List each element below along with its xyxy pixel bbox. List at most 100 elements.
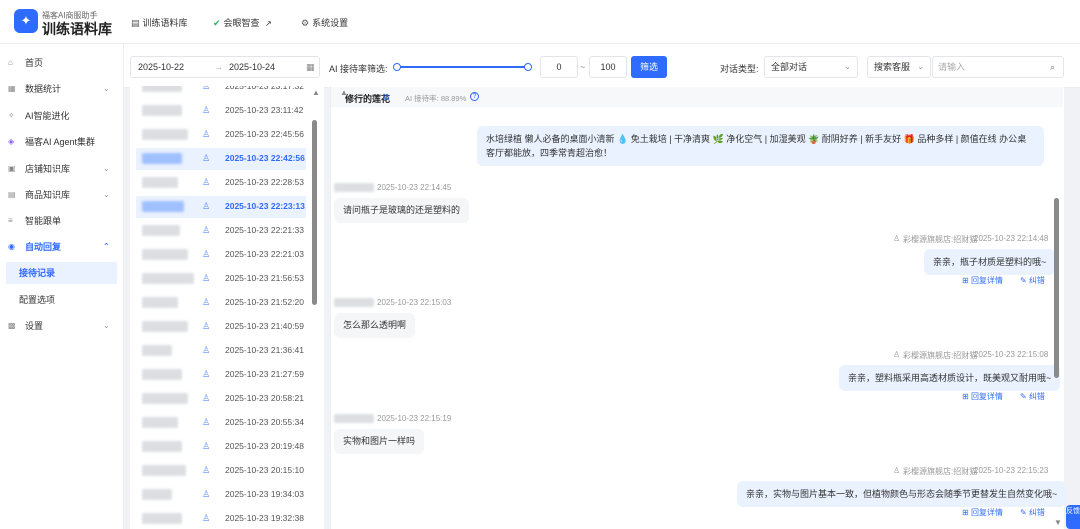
home-icon: ⌂ bbox=[8, 58, 13, 67]
conversation-time: 2025-10-23 22:23:13 bbox=[225, 201, 305, 211]
list-scrollbar[interactable] bbox=[312, 120, 317, 305]
calendar-icon[interactable]: ▦ bbox=[306, 62, 315, 73]
sidebar-item-ai-evolve[interactable]: ✧ AI智能进化 bbox=[0, 105, 124, 127]
app-logo: ✦ bbox=[14, 9, 38, 33]
conversation-list-item[interactable]: ♙ 2025-10-23 19:32:38 bbox=[136, 508, 306, 529]
customer-name-blurred bbox=[142, 225, 180, 236]
feedback-float-button[interactable]: 反馈 bbox=[1066, 505, 1080, 529]
conversation-list-item[interactable]: ♙ 2025-10-23 23:17:32 bbox=[136, 86, 306, 98]
conversation-list-item[interactable]: ♙ 2025-10-23 23:11:42 bbox=[136, 100, 306, 122]
conversation-list-item[interactable]: ♙ 2025-10-23 22:45:56 bbox=[136, 124, 306, 146]
date-end-value[interactable]: 2025-10-24 bbox=[229, 62, 275, 72]
conversation-time: 2025-10-23 19:32:38 bbox=[225, 513, 304, 523]
robot-icon: ♙ bbox=[202, 369, 211, 379]
chat-scrollbar[interactable] bbox=[1054, 198, 1059, 378]
customer-name-blurred bbox=[142, 153, 182, 164]
robot-icon: ♙ bbox=[202, 417, 211, 427]
robot-icon: ♙ bbox=[202, 86, 211, 91]
date-start-value[interactable]: 2025-10-22 bbox=[138, 62, 184, 72]
robot-icon: ♙ bbox=[202, 129, 211, 139]
help-icon[interactable]: ? bbox=[470, 92, 479, 101]
conversation-list-item[interactable]: ♙ 2025-10-23 22:21:03 bbox=[136, 244, 306, 266]
conversation-time: 2025-10-23 20:19:48 bbox=[225, 441, 304, 451]
sidebar-item-product-kb[interactable]: ▤ 商品知识库 ⌄ bbox=[0, 184, 124, 206]
chevron-down-icon: ⌄ bbox=[844, 62, 851, 71]
conversation-list-item[interactable]: ♙ 2025-10-23 21:27:59 bbox=[136, 364, 306, 386]
nav-label: 系统设置 bbox=[312, 18, 349, 28]
sidebar-item-settings[interactable]: ▩ 设置 ⌄ bbox=[0, 315, 124, 337]
conversation-time: 2025-10-23 19:34:03 bbox=[225, 489, 304, 499]
sidebar-item-auto-reply[interactable]: ◉ 自动回复 ⌃ bbox=[0, 236, 124, 258]
conversation-time: 2025-10-23 20:58:21 bbox=[225, 393, 304, 403]
robot-icon: ♙ bbox=[202, 321, 211, 331]
robot-icon: ♙ bbox=[202, 177, 211, 187]
nav-system-settings[interactable]: ⚙ 系统设置 bbox=[301, 16, 348, 29]
sidebar-item-label: 福客AI Agent集群 bbox=[25, 137, 96, 147]
ai-rate-max-input[interactable]: 100 bbox=[589, 56, 627, 78]
conversation-time: 2025-10-23 23:11:42 bbox=[225, 105, 304, 115]
filter-button[interactable]: 筛选 bbox=[631, 56, 667, 78]
auto-reply-icon: ◉ bbox=[8, 242, 15, 251]
search-icon[interactable]: ⌕ bbox=[1050, 57, 1055, 77]
conversation-list-item[interactable]: ♙ 2025-10-23 22:21:33 bbox=[136, 220, 306, 242]
message-time: 2025-10-23 22:14:45 bbox=[377, 183, 452, 192]
copy-icon[interactable]: ⧉ bbox=[383, 92, 389, 103]
search-input[interactable]: 请输入 ⌕ bbox=[932, 56, 1064, 78]
message-time: 2025-10-23 22:15:03 bbox=[377, 298, 452, 307]
search-field-select[interactable]: 搜索客服 ⌄ bbox=[867, 56, 931, 78]
conversation-time: 2025-10-23 21:52:20 bbox=[225, 297, 304, 307]
conversation-list-item[interactable]: ♙ 2025-10-23 22:28:53 bbox=[136, 172, 306, 194]
reply-detail-link[interactable]: ⊞ 回复详情 bbox=[962, 275, 1003, 286]
conversation-list-item[interactable]: ♙ 2025-10-23 20:15:10 bbox=[136, 460, 306, 482]
link-label: 回复详情 bbox=[970, 508, 1003, 517]
sidebar-subitem-config-options[interactable]: 配置选项 bbox=[6, 289, 117, 311]
ai-rate-slider-track[interactable] bbox=[397, 66, 529, 68]
conversation-list-item[interactable]: ♙ 2025-10-23 21:36:41 bbox=[136, 340, 306, 362]
dialog-type-select[interactable]: 全部对话 ⌄ bbox=[764, 56, 858, 78]
customer-name-blurred bbox=[142, 417, 178, 428]
sidebar-subitem-reception-records[interactable]: 接待记录 bbox=[6, 262, 117, 284]
conversation-list-item[interactable]: ♙ 2025-10-23 21:56:53 bbox=[136, 268, 306, 290]
message-time: 2025-10-23 22:15:19 bbox=[377, 414, 452, 423]
conversation-list-item[interactable]: ♙ 2025-10-23 19:34:03 bbox=[136, 484, 306, 506]
customer-name-blurred bbox=[334, 298, 374, 307]
scroll-down-arrow-icon[interactable]: ▼ bbox=[1054, 518, 1062, 527]
conversation-list-item[interactable]: ♙ 2025-10-23 22:42:56 bbox=[136, 148, 306, 170]
conversation-list-item[interactable]: ♙ 2025-10-23 20:58:21 bbox=[136, 388, 306, 410]
correct-link[interactable]: ✎ 纠错 bbox=[1020, 275, 1045, 286]
message-time: 2025-10-23 22:15:23 bbox=[974, 466, 1049, 475]
ai-rate-filter-label: AI 接待率筛选: bbox=[329, 64, 388, 74]
conversation-time: 2025-10-23 22:21:33 bbox=[225, 225, 304, 235]
robot-icon: ♙ bbox=[202, 489, 211, 499]
conversation-list-item[interactable]: ♙ 2025-10-23 22:23:13 bbox=[136, 196, 306, 218]
conversation-list-item[interactable]: ♙ 2025-10-23 21:52:20 bbox=[136, 292, 306, 314]
correct-link[interactable]: ✎ 纠错 bbox=[1020, 507, 1045, 518]
ai-rate-slider-max-handle[interactable] bbox=[524, 63, 532, 71]
sidebar-item-smart-order[interactable]: ≡ 智能跟单 bbox=[0, 210, 124, 232]
correct-link[interactable]: ✎ 纠错 bbox=[1020, 391, 1045, 402]
customer-name-blurred bbox=[142, 249, 188, 260]
sidebar-item-label: 商品知识库 bbox=[25, 190, 71, 200]
sidebar-item-label: 设置 bbox=[25, 321, 44, 331]
chevron-down-icon: ⌄ bbox=[103, 190, 110, 199]
nav-training-corpus[interactable]: ▤ 训练语料库 bbox=[131, 16, 188, 29]
sidebar-item-home[interactable]: ⌂ 首页 bbox=[0, 52, 124, 74]
customer-name-blurred bbox=[142, 129, 188, 140]
ai-rate-slider-min-handle[interactable] bbox=[393, 63, 401, 71]
reply-detail-link[interactable]: ⊞ 回复详情 bbox=[962, 507, 1003, 518]
sidebar-item-label: AI智能进化 bbox=[25, 111, 70, 121]
nav-smart-check[interactable]: ✔ 会眼智查 ↗ bbox=[213, 16, 272, 29]
agent-robot-icon: ♙ bbox=[893, 234, 901, 243]
conversation-list-item[interactable]: ♙ 2025-10-23 20:55:34 bbox=[136, 412, 306, 434]
ai-rate-min-input[interactable]: 0 bbox=[540, 56, 578, 78]
agent-robot-icon: ♙ bbox=[893, 350, 901, 359]
sidebar-item-stats[interactable]: ▦ 数据统计 ⌄ bbox=[0, 78, 124, 100]
sidebar-item-agent-cluster[interactable]: ◈ 福客AI Agent集群 bbox=[0, 131, 124, 153]
conversation-list-item[interactable]: ♙ 2025-10-23 21:40:59 bbox=[136, 316, 306, 338]
conversation-time: 2025-10-23 23:17:32 bbox=[225, 86, 304, 91]
conversation-list-item[interactable]: ♙ 2025-10-23 20:19:48 bbox=[136, 436, 306, 458]
chat-bubble-agent: 亲亲，塑料瓶采用高透材质设计，既美观又耐用哦~ bbox=[839, 365, 1061, 391]
scroll-up-arrow-icon[interactable]: ▲ bbox=[312, 88, 320, 97]
reply-detail-link[interactable]: ⊞ 回复详情 bbox=[962, 391, 1003, 402]
sidebar-item-store-kb[interactable]: ▣ 店铺知识库 ⌄ bbox=[0, 158, 124, 180]
